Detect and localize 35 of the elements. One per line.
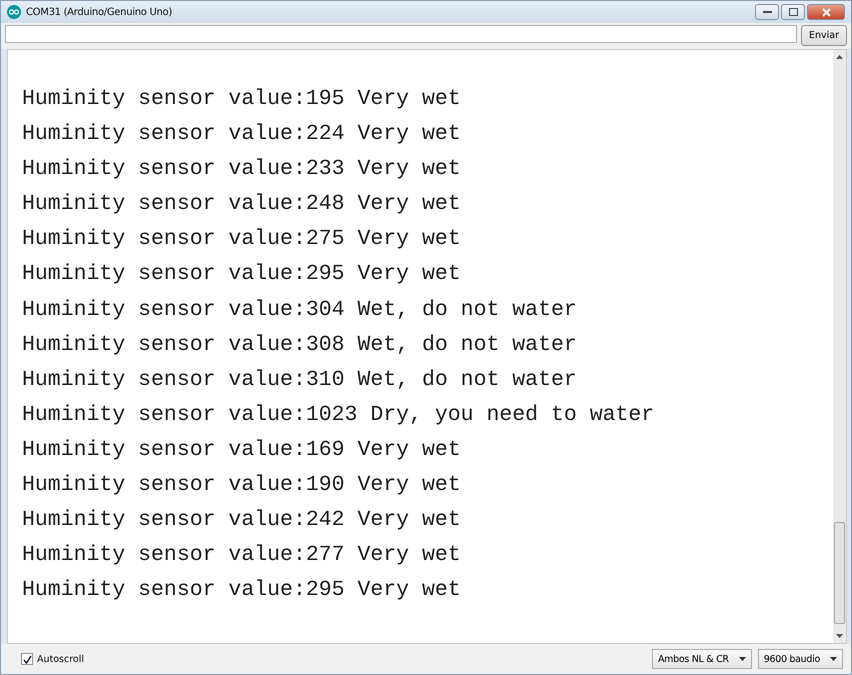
send-button[interactable]: Enviar <box>800 25 847 46</box>
serial-output-line: Huminity sensor value:190 Very wet <box>22 472 462 500</box>
close-icon <box>822 8 830 16</box>
serial-output-line: Huminity sensor value:224 Very wet <box>22 121 462 148</box>
serial-output-line: Huminity sensor value:1023 Dry, you need to water <box>22 402 656 429</box>
minimize-button[interactable] <box>755 4 779 20</box>
send-input-field[interactable] <box>5 25 797 43</box>
maximize-button[interactable] <box>781 4 805 20</box>
serial-output-line: Huminity sensor value:242 Very wet <box>22 507 462 534</box>
serial-output-line: Huminity sensor value:295 Very wet <box>22 261 462 288</box>
serial-output-line: Huminity sensor value:304 Wet, do not water <box>22 296 578 324</box>
checkmark-icon <box>22 654 32 664</box>
baud-rate-dropdown[interactable]: 9600 baudio <box>758 649 843 669</box>
scroll-up-icon <box>836 55 843 59</box>
window-title: COM31 (Arduino/Genuino Uno) <box>26 6 172 18</box>
serial-output-line: Huminity sensor value:277 Very wet <box>22 542 462 570</box>
serial-output-line: Huminity sensor value:248 Very wet <box>22 191 462 218</box>
scroll-down-icon <box>836 634 843 638</box>
serial-output-line: Huminity sensor value:308 Wet, do not water <box>22 332 578 359</box>
line-ending-dropdown[interactable]: Ambos NL & CR <box>652 649 752 669</box>
scrollbar-thumb[interactable] <box>834 522 845 624</box>
caret-icon <box>738 657 746 661</box>
serial-output-line: Huminity sensor value:195 Very wet <box>22 86 462 113</box>
infinity-logo-icon <box>7 5 21 19</box>
minimize-icon <box>762 10 772 14</box>
serial-output-line: Huminity sensor value:310 Wet, do not water <box>22 366 578 394</box>
scrollbar[interactable] <box>833 50 846 643</box>
maximize-icon <box>788 8 798 16</box>
serial-output-line: Huminity sensor value:275 Very wet <box>22 226 462 254</box>
serial-output-line: Huminity sensor value:233 Very wet <box>22 156 462 184</box>
close-button[interactable] <box>807 4 845 20</box>
serial-output-line: Huminity sensor value:295 Very wet <box>22 577 462 604</box>
caret-icon <box>830 657 837 661</box>
autoscroll-checkbox[interactable]: Autoscroll <box>21 653 84 665</box>
serial-output-line: Huminity sensor value:169 Very wet <box>22 436 462 464</box>
